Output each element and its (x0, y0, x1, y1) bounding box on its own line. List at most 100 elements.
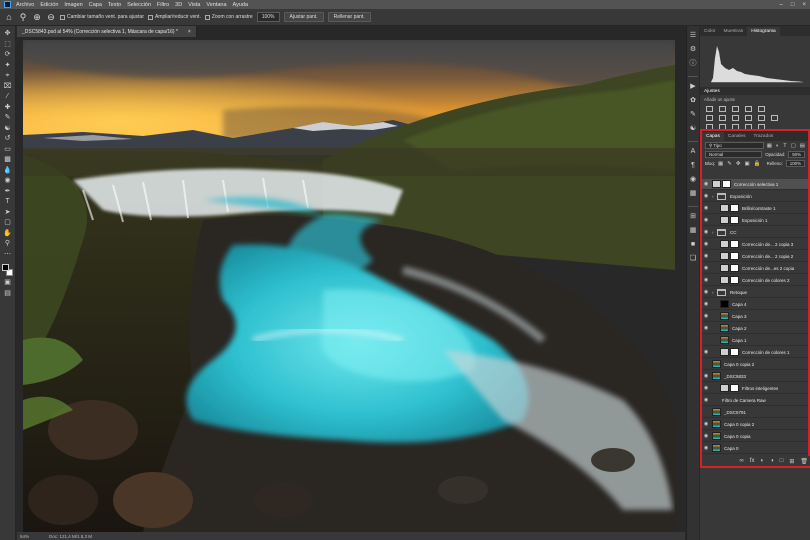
menu-ayuda[interactable]: Ayuda (233, 2, 249, 8)
hue-saturation-icon[interactable] (706, 115, 713, 121)
status-zoom[interactable]: 54% (20, 534, 29, 539)
layer-row[interactable]: ◉ _DSC5833 (702, 371, 808, 382)
layer-name[interactable]: Capa 0 copia (724, 434, 751, 439)
layer-name[interactable]: Capa 2 (732, 326, 747, 331)
fit-screen-button[interactable]: Ajustar pant. (283, 12, 324, 22)
menu-edicion[interactable]: Edición (40, 2, 58, 8)
visibility-eye-icon[interactable]: ◉ (702, 277, 710, 283)
paths-panel-icon[interactable]: ✎ (688, 109, 698, 121)
layer-mask-thumbnail[interactable] (730, 348, 739, 356)
paragraph-panel-icon[interactable]: ¶ (688, 160, 698, 172)
layer-name[interactable]: Filtros inteligentes (742, 386, 778, 391)
layer-mask-thumbnail[interactable] (730, 240, 739, 248)
layer-row[interactable]: ◉ Corrección de colores 2 (702, 275, 808, 286)
layer-row[interactable]: ◉ Exposición 1 (702, 215, 808, 226)
tab-layers[interactable]: Capas (702, 132, 724, 141)
color-lookup-icon[interactable] (771, 115, 778, 121)
gradient-icon[interactable]: ▩ (2, 155, 14, 166)
vibrance-icon[interactable] (758, 106, 765, 112)
scrubby-zoom-checkbox[interactable]: Zoom con arrastre (204, 14, 253, 20)
layer-name[interactable]: _DSC5791 (724, 410, 746, 415)
lock-all-icon[interactable]: 🔒 (754, 161, 761, 167)
tab-swatches[interactable]: Muestras (719, 27, 747, 36)
layer-row[interactable]: ◉ Corrección de...es 2 copia (702, 263, 808, 274)
visibility-eye-icon[interactable]: ◉ (702, 433, 710, 439)
foreground-color[interactable] (1, 264, 9, 271)
layer-name[interactable]: Filtro de Camera Raw (722, 398, 766, 403)
type-icon[interactable]: T (2, 197, 14, 208)
layer-name[interactable]: Corrección de... 2 copia 3 (742, 242, 793, 247)
layer-row[interactable]: ◉ Capa 4 (702, 299, 808, 310)
layer-row[interactable]: ◉ Filtro de Camera Raw (702, 395, 808, 406)
layer-name[interactable]: Corrección de... 2 copia 2 (742, 254, 793, 259)
layer-name[interactable]: Corrección de colores 1 (742, 350, 790, 355)
channel-mixer-icon[interactable] (758, 115, 765, 121)
zoom-tool-icon[interactable]: ⚲ (18, 12, 28, 22)
timeline-panel-icon[interactable]: ■ (688, 239, 698, 251)
zoom-icon[interactable]: ⚲ (2, 239, 14, 250)
zoom-all-checkbox[interactable]: Ampliar/reducir vent. (147, 14, 201, 20)
hand-icon[interactable]: ✋ (2, 229, 14, 240)
lock-pixels-icon[interactable]: ▦ (718, 161, 723, 167)
layer-name[interactable]: Capa 0 copia 2 (724, 362, 754, 367)
layer-mask-thumbnail[interactable] (730, 264, 739, 272)
visibility-eye-icon[interactable]: ◉ (702, 385, 710, 391)
fill-input[interactable]: 100% (785, 160, 805, 167)
visibility-eye-icon[interactable]: ◉ (702, 205, 710, 211)
quick-select-icon[interactable]: ✦ (2, 61, 14, 72)
more-icon[interactable]: ⋯ (2, 250, 14, 261)
layer-name[interactable]: Capa 1 (732, 338, 747, 343)
layer-mask-thumbnail[interactable] (730, 216, 739, 224)
document-tab[interactable]: _DSC5843.psd al 54% (Corrección selectiv… (17, 26, 197, 37)
close-tab-icon[interactable]: × (188, 29, 191, 35)
layer-row[interactable]: ◉ Capa 2 (702, 323, 808, 334)
exposure-icon[interactable] (745, 106, 752, 112)
layer-row[interactable]: ◉ Capa 3 (702, 311, 808, 322)
layer-row[interactable]: ◉ Filtros inteligentes (702, 383, 808, 394)
levels-icon[interactable] (719, 106, 726, 112)
visibility-eye-icon[interactable]: ◉ (702, 349, 710, 355)
tab-color[interactable]: Color (700, 27, 719, 36)
shape-filter-icon[interactable]: ▢ (791, 143, 796, 149)
visibility-eye-icon[interactable]: ◉ (702, 325, 710, 331)
brush-settings-icon[interactable]: ✿ (688, 95, 698, 107)
tab-paths[interactable]: Trazados (749, 132, 777, 141)
history-brush-icon[interactable]: ↺ (2, 134, 14, 145)
visibility-eye-icon[interactable]: ◉ (702, 445, 710, 451)
layer-row[interactable]: ◉ Capa 0 (702, 443, 808, 454)
properties-panel-icon[interactable]: ⚙ (688, 44, 698, 56)
layer-row[interactable]: _DSC5791 (702, 407, 808, 418)
layer-mask-thumbnail[interactable] (722, 180, 731, 188)
menu-ventana[interactable]: Ventana (206, 2, 226, 8)
crop-icon[interactable]: ⌖ (2, 71, 14, 82)
layer-row[interactable]: Capa 0 copia 2 (702, 359, 808, 370)
color-swatches[interactable] (1, 264, 14, 278)
lock-artboard-icon[interactable]: ▣ (744, 161, 749, 167)
history-panel-icon[interactable]: ☰ (688, 30, 698, 42)
layer-name[interactable]: Capa 0 copia 2 (724, 422, 754, 427)
healing-icon[interactable]: ✚ (2, 103, 14, 114)
stamp-icon[interactable]: ☯ (2, 124, 14, 135)
visibility-eye-icon[interactable]: ◉ (702, 193, 710, 199)
layer-name[interactable]: Exposición (730, 194, 752, 199)
fill-screen-button[interactable]: Rellenar pant. (327, 12, 371, 22)
screen-mode-icon[interactable]: ▤ (2, 289, 14, 300)
navigator-panel-icon[interactable]: ⊞ (688, 211, 698, 223)
opacity-input[interactable]: 50% (788, 151, 805, 158)
blur-icon[interactable]: 💧 (2, 166, 14, 177)
add-mask-icon[interactable]: ◐ (760, 458, 764, 464)
visibility-eye-icon[interactable]: ◉ (702, 217, 710, 223)
layer-mask-thumbnail[interactable] (730, 204, 739, 212)
layer-name[interactable]: Corrección selectiva 1 (734, 182, 778, 187)
tab-histogram[interactable]: Histograma (747, 27, 780, 36)
brightness-contrast-icon[interactable] (706, 106, 713, 112)
pixel-filter-icon[interactable]: ▦ (767, 143, 772, 149)
zoom-in-icon[interactable]: ⊕ (32, 12, 42, 22)
black-white-icon[interactable] (732, 115, 739, 121)
curves-icon[interactable] (732, 106, 739, 112)
layer-row[interactable]: ◉ Corrección de colores 1 (702, 347, 808, 358)
layer-comps-icon[interactable]: ▦ (688, 225, 698, 237)
layer-name[interactable]: Corrección de colores 2 (742, 278, 790, 283)
new-group-icon[interactable]: □ (780, 458, 784, 464)
visibility-eye-icon[interactable]: ◉ (702, 181, 710, 187)
